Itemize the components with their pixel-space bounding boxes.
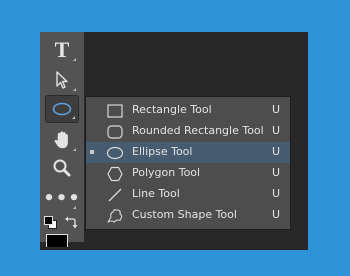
- shortcut-key: U: [272, 166, 281, 179]
- type-tool-button[interactable]: T: [45, 36, 79, 64]
- menu-item-ellipse-tool[interactable]: Ellipse Tool U: [86, 142, 290, 163]
- swap-colors-icon[interactable]: [64, 215, 78, 229]
- default-colors-icon[interactable]: [44, 216, 57, 229]
- line-icon: [106, 186, 124, 203]
- menu-item-label: Custom Shape Tool: [132, 208, 237, 221]
- zoom-tool-button[interactable]: [45, 154, 79, 182]
- shortcut-key: U: [272, 124, 281, 137]
- menu-item-label: Polygon Tool: [132, 166, 201, 179]
- foreground-color-swatch[interactable]: [46, 234, 68, 247]
- edit-toolbar-button[interactable]: •••: [43, 184, 80, 212]
- path-selection-arrow-icon: [56, 71, 68, 89]
- rectangle-icon: [106, 102, 124, 119]
- menu-item-custom-shape-tool[interactable]: Custom Shape Tool U: [86, 205, 290, 226]
- rounded-rectangle-icon: [106, 123, 124, 140]
- flyout-indicator-icon: [72, 116, 75, 119]
- menu-item-rectangle-tool[interactable]: Rectangle Tool U: [86, 100, 290, 121]
- shortcut-key: U: [272, 187, 281, 200]
- shape-tool-flyout-menu: Rectangle Tool U Rounded Rectangle Tool …: [85, 96, 291, 230]
- menu-item-polygon-tool[interactable]: Polygon Tool U: [86, 163, 290, 184]
- shortcut-key: U: [272, 208, 281, 221]
- shape-tool-button[interactable]: [45, 95, 79, 123]
- menu-item-label: Rounded Rectangle Tool: [132, 124, 264, 137]
- flyout-indicator-icon: [73, 58, 76, 61]
- ellipse-icon: [52, 102, 72, 116]
- menu-item-label: Ellipse Tool: [132, 145, 193, 158]
- flyout-indicator-icon: [73, 206, 76, 209]
- magnifier-icon: [53, 159, 71, 177]
- selected-indicator: [90, 150, 94, 154]
- hand-tool-button[interactable]: [45, 126, 79, 154]
- shortcut-key: U: [272, 145, 281, 158]
- menu-item-line-tool[interactable]: Line Tool U: [86, 184, 290, 205]
- custom-shape-icon: [106, 207, 124, 224]
- hand-icon: [54, 131, 68, 149]
- menu-item-label: Rectangle Tool: [132, 103, 212, 116]
- flyout-indicator-icon: [73, 148, 76, 151]
- ellipse-icon: [106, 144, 124, 161]
- path-selection-tool-button[interactable]: [45, 66, 79, 94]
- menu-item-label: Line Tool: [132, 187, 180, 200]
- menu-item-rounded-rectangle-tool[interactable]: Rounded Rectangle Tool U: [86, 121, 290, 142]
- flyout-indicator-icon: [73, 88, 76, 91]
- polygon-icon: [106, 165, 124, 182]
- tools-panel: T •••: [40, 32, 84, 247]
- type-icon: T: [54, 37, 70, 62]
- shortcut-key: U: [272, 103, 281, 116]
